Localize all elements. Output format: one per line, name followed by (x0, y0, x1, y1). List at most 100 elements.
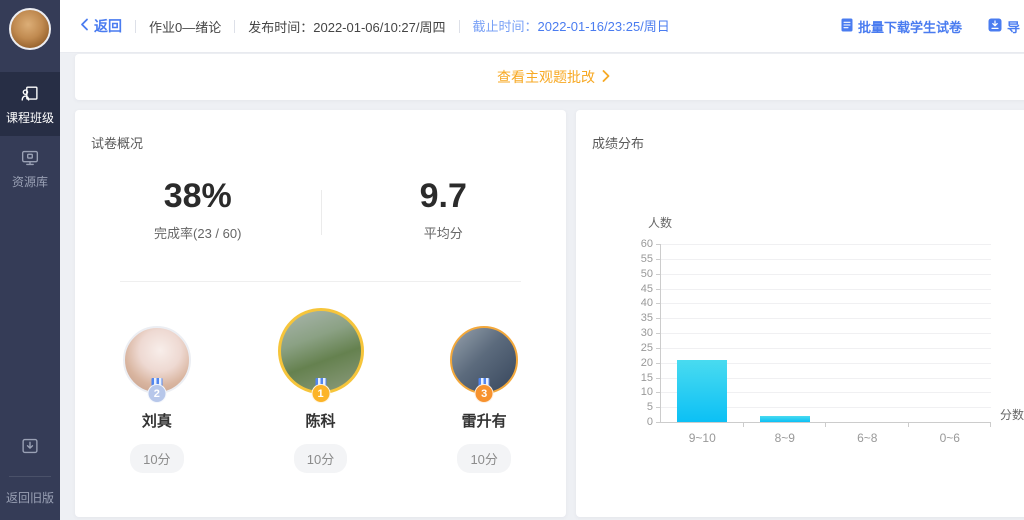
back-button[interactable]: 返回 (80, 16, 122, 36)
y-axis-tick (656, 244, 660, 245)
average-value: 9.7 (321, 176, 567, 216)
y-axis-tick (656, 318, 660, 319)
medal-silver-icon: 2 (147, 378, 166, 403)
section-divider (120, 281, 521, 282)
sidebar-nav: 课程班级 资源库 (0, 72, 60, 200)
y-tick-label: 50 (625, 268, 653, 280)
y-axis-tick (656, 289, 660, 290)
y-axis-tick (656, 407, 660, 408)
header-separator (135, 20, 136, 33)
student-rank-2: 2 刘真 10分 (75, 305, 239, 485)
sidebar-divider (9, 476, 51, 477)
sidebar-footer: 返回旧版 (0, 435, 60, 506)
grid-line (661, 289, 991, 290)
y-tick-label: 0 (625, 416, 653, 428)
view-subjective-review-link[interactable]: 查看主观题批改 (497, 67, 610, 87)
y-tick-label: 15 (625, 372, 653, 384)
y-tick-label: 10 (625, 386, 653, 398)
resource-library-icon (19, 147, 41, 169)
user-avatar[interactable] (9, 8, 51, 50)
back-label: 返回 (94, 16, 122, 36)
y-tick-label: 40 (625, 297, 653, 309)
student-rank-1: 1 陈科 10分 (239, 305, 403, 485)
medal-bronze-icon: 3 (475, 378, 494, 403)
avatar-wrap: 2 (123, 326, 191, 394)
deadline-value: 2022-01-16/23:25/周日 (538, 19, 670, 34)
y-tick-label: 60 (625, 238, 653, 250)
chart-bar (677, 360, 727, 422)
student-rank-3: 3 雷升有 10分 (402, 305, 566, 485)
top-students: 2 刘真 10分 1 陈科 10分 (75, 305, 566, 485)
average-stat: 9.7 平均分 (321, 176, 567, 242)
deadline-label: 截止时间： (473, 19, 538, 34)
export-download-icon (988, 18, 1002, 35)
sidebar: 课程班级 资源库 返回旧版 (0, 0, 60, 520)
view-subjective-review-label: 查看主观题批改 (497, 67, 595, 87)
x-axis-tick (743, 423, 744, 427)
sidebar-item-course-classes[interactable]: 课程班级 (0, 72, 60, 136)
x-tick-label: 8~9 (744, 431, 827, 445)
chart-plot: 0510152025303540455055609~108~96~80~6 (660, 244, 991, 423)
y-axis-tick (656, 259, 660, 260)
publish-time-value: 2022-01-06/10:27/周四 (313, 20, 445, 35)
chart-x-axis-title: 分数 (1000, 406, 1024, 423)
average-label: 平均分 (321, 223, 567, 242)
screen: 课程班级 资源库 返回旧版 (0, 0, 1024, 520)
x-axis-tick (825, 423, 826, 427)
batch-download-label: 批量下载学生试卷 (858, 17, 962, 36)
y-tick-label: 45 (625, 283, 653, 295)
download-icon[interactable] (19, 435, 41, 462)
y-tick-label: 20 (625, 357, 653, 369)
medal-gold-icon: 1 (311, 378, 330, 403)
y-axis-tick (656, 333, 660, 334)
completion-label: 完成率(23 / 60) (75, 223, 321, 242)
medal-rank: 1 (311, 384, 330, 403)
header: 返回 作业0—绪论 发布时间：2022-01-06/10:27/周四 截止时间：… (60, 0, 1024, 53)
medal-rank: 3 (475, 384, 494, 403)
chevron-left-icon (80, 18, 89, 34)
assignment-title: 作业0—绪论 (149, 17, 221, 36)
student-name: 雷升有 (462, 410, 507, 431)
student-name: 陈科 (306, 410, 336, 431)
x-tick-label: 0~6 (909, 431, 992, 445)
y-tick-label: 25 (625, 342, 653, 354)
return-old-version-link[interactable]: 返回旧版 (0, 489, 60, 506)
batch-download-button[interactable]: 批量下载学生试卷 (841, 17, 962, 36)
y-tick-label: 30 (625, 327, 653, 339)
student-score-badge: 10分 (130, 444, 183, 473)
grid-line (661, 259, 991, 260)
grid-line (661, 348, 991, 349)
header-actions: 批量下载学生试卷 导 (841, 17, 1024, 36)
x-axis-tick (908, 423, 909, 427)
sidebar-item-label: 课程班级 (6, 109, 54, 126)
grade-distribution-card: 成绩分布 人数 分数 0510152025303540455055609~108… (576, 110, 1024, 517)
document-icon (841, 18, 853, 35)
y-tick-label: 5 (625, 401, 653, 413)
grid-line (661, 303, 991, 304)
x-tick-label: 6~8 (826, 431, 909, 445)
y-axis-tick (656, 392, 660, 393)
grid-line (661, 274, 991, 275)
paper-overview-title: 试卷概况 (91, 133, 143, 152)
course-classes-icon (19, 83, 41, 105)
y-tick-label: 55 (625, 253, 653, 265)
avatar-wrap: 3 (450, 326, 518, 394)
publish-time-label: 发布时间： (248, 20, 313, 35)
grid-line (661, 244, 991, 245)
sidebar-item-resource-library[interactable]: 资源库 (0, 136, 60, 200)
paper-overview-card: 试卷概况 38% 完成率(23 / 60) 9.7 平均分 2 (75, 110, 566, 517)
y-axis-tick (656, 378, 660, 379)
export-button[interactable]: 导 (988, 17, 1020, 36)
medal-rank: 2 (147, 384, 166, 403)
chevron-right-icon (602, 69, 610, 85)
completion-stat: 38% 完成率(23 / 60) (75, 176, 321, 242)
chart-bar (760, 416, 810, 422)
chart-y-axis-title: 人数 (648, 214, 672, 231)
y-axis-tick (656, 363, 660, 364)
header-separator (459, 20, 460, 33)
x-tick-label: 9~10 (661, 431, 744, 445)
completion-value: 38% (75, 176, 321, 216)
grid-line (661, 318, 991, 319)
export-label: 导 (1007, 17, 1020, 36)
grid-line (661, 333, 991, 334)
